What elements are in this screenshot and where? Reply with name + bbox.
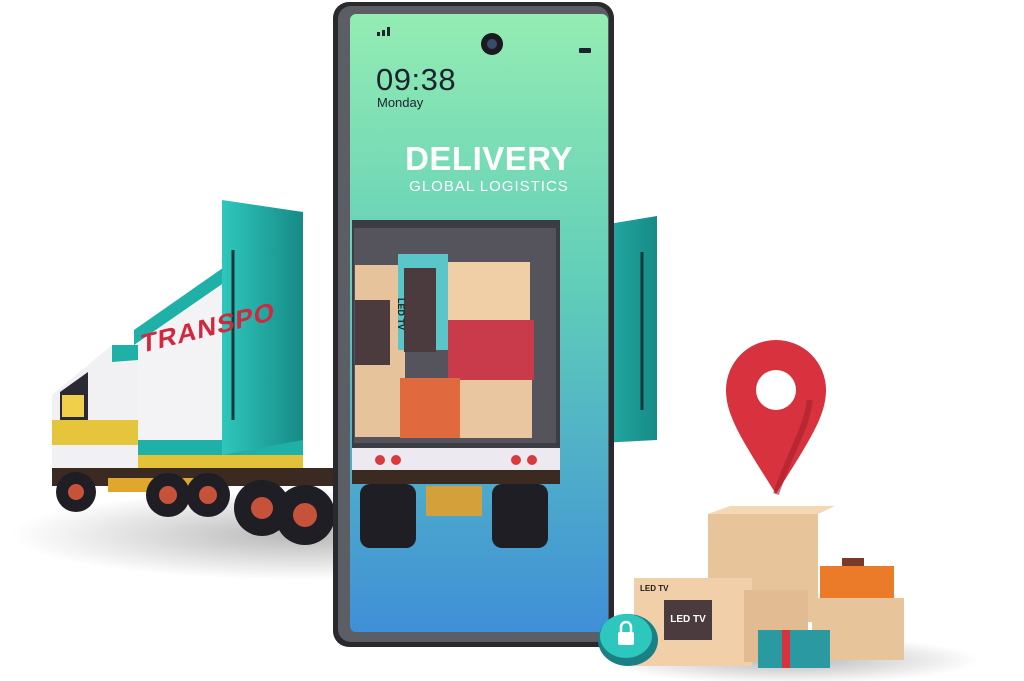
- lock-screen-time: 09:38: [376, 62, 457, 97]
- padlock-icon: [598, 614, 658, 666]
- smartphone: [333, 2, 614, 647]
- lock-screen-day: Monday: [377, 95, 424, 110]
- app-title: DELIVERY: [405, 140, 573, 177]
- delivery-illustration: 09:38 Monday DELIVERY GLOBAL LOGISTICS T…: [0, 0, 1024, 681]
- truck-box-label: LED TV: [396, 298, 406, 331]
- box-label-small: LED TV: [640, 584, 669, 593]
- package-stack: [634, 506, 904, 668]
- battery-icon: [579, 48, 591, 53]
- box-label-tv: LED TV: [670, 614, 706, 625]
- camera-icon: [481, 33, 503, 55]
- app-subtitle: GLOBAL LOGISTICS: [409, 178, 569, 195]
- map-pin-icon: [726, 340, 826, 495]
